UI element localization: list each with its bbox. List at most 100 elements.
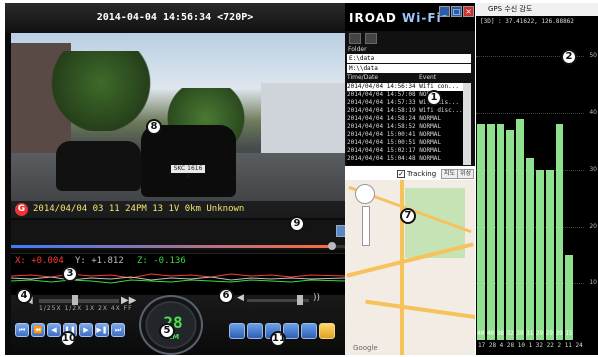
gps-signal-bar [516, 118, 525, 340]
gps-y-axis: 50 40 30 20 10 [584, 28, 598, 340]
app-title: IROAD Wi-Fi [349, 11, 442, 25]
zoom-button[interactable] [301, 323, 317, 339]
speed-slider[interactable] [39, 299, 119, 303]
google-logo: Google [353, 344, 378, 352]
event-row[interactable]: 2014/04/04 15:04:48 NORMAL [347, 155, 463, 163]
volume-handle[interactable] [296, 295, 303, 305]
gps-snr-label: 31 [526, 330, 534, 337]
playback-controls: ◀ ▶▶ 1/25X 1/2X 1X 2X 4X FF ⏮ ⏪ ◀ ❚❚ ▶ ▶… [11, 293, 345, 355]
map-pan-control[interactable] [355, 184, 375, 204]
map-road [400, 168, 404, 355]
maximize-button[interactable]: □ [451, 6, 462, 17]
video-building-right [261, 83, 345, 153]
event-type: NORMAL [415, 147, 441, 154]
wifi-toolbar [347, 33, 473, 45]
minimize-button[interactable]: _ [439, 6, 450, 17]
gps-y-tick: 50 [589, 52, 597, 60]
event-row[interactable]: 2014/04/04 14:58:19 Wifi disc... [347, 107, 463, 115]
gps-snr-label: 32 [506, 330, 514, 337]
speed-handle[interactable] [72, 295, 78, 305]
close-button[interactable]: × [463, 6, 474, 17]
event-row[interactable]: 2014/04/04 14:58:24 NORMAL [347, 115, 463, 123]
gps-snr-label: 29 [535, 330, 544, 337]
event-time: 2014/04/04 15:04:48 [347, 155, 416, 162]
gps-snr-label: 15 [565, 330, 573, 337]
tracking-label: Tracking [407, 170, 437, 178]
callout-8: 8 [146, 119, 162, 135]
volume-down-icon: ◀ [237, 293, 244, 303]
event-time: 2014/04/04 14:58:19 [347, 107, 416, 114]
wifi-connect-icon[interactable] [349, 33, 361, 44]
event-type: NORMAL [415, 131, 441, 138]
gps-coordinates: [3D] : 37.41622, 126.88862 [480, 18, 574, 25]
callout-5: 5 [159, 323, 175, 339]
folder-label: Folder [348, 46, 367, 53]
video-car-front [141, 125, 236, 197]
event-type: NORMAL [415, 123, 441, 130]
open-folder-button[interactable] [319, 323, 335, 339]
callout-9: 9 [289, 216, 305, 232]
gps-title: GPS 수신 감도 [488, 5, 533, 13]
event-row[interactable]: 2014/04/04 15:00:41 NORMAL [347, 131, 463, 139]
col-event: Event [419, 74, 437, 81]
col-time: Time/Date [347, 74, 379, 81]
wifi-panel: IROAD Wi-Fi _ □ × Folder E:\data M:\\dat… [345, 3, 475, 166]
callout-3: 3 [62, 266, 78, 282]
capture-button[interactable] [229, 323, 245, 339]
event-row[interactable]: 2014/04/04 15:00:51 NORMAL [347, 139, 463, 147]
gps-snr-label: 39 [555, 330, 563, 337]
event-list: 2014/04/04 14:56:34 Wifi con... 2014/04/0… [347, 83, 463, 165]
gps-signal-bar [506, 130, 515, 340]
event-row[interactable]: 2014/04/04 14:58:52 NORMAL [347, 123, 463, 131]
event-time: 2014/04/04 14:58:52 [347, 123, 416, 130]
seek-handle[interactable] [327, 242, 336, 250]
player-title: 2014-04-04 14:56:34 <720P> [5, 3, 345, 33]
gps-signal-chart: 40 40 38 32 39 31 29 29 39 15 [476, 28, 584, 340]
event-row[interactable]: 2014/04/04 14:57:33 Wifi dis... [347, 99, 463, 107]
video-info-text: 2014/04/04 03 11 24PM 13 1V 0km Unknown [33, 204, 245, 214]
video-view[interactable]: SKC 1616 X G 2014/04/04 03 11 24PM 13 1V… [11, 33, 345, 218]
gps-signal-bar [545, 169, 554, 340]
app-title-wifi: Wi-Fi [402, 11, 442, 25]
callout-4: 4 [16, 288, 32, 304]
map-zoom-control[interactable] [362, 206, 370, 246]
callout-11: 11 [270, 331, 286, 347]
event-row[interactable]: 2014/04/04 14:56:34 Wifi con... [347, 83, 463, 91]
step-back-button[interactable]: ◀ [47, 323, 61, 337]
next-file-button[interactable]: ⏭ [111, 323, 125, 337]
folder-path-1[interactable]: E:\data [347, 54, 471, 63]
map-toolbar: ✓ Tracking 지도 위성 [345, 168, 475, 180]
wifi-header: IROAD Wi-Fi _ □ × [345, 3, 475, 31]
gps-snr-label: 40 [477, 330, 485, 337]
gps-satellite-ids: 17 28 4 28 10 1 32 22 2 11 24 [478, 342, 583, 349]
wifi-tool-icon[interactable] [365, 33, 377, 44]
event-row[interactable]: 2014/04/04 15:02:17 NORMAL [347, 147, 463, 155]
map-road [365, 299, 475, 321]
gps-snr-label: 29 [545, 330, 553, 337]
rewind-button[interactable]: ⏪ [31, 323, 45, 337]
map-type-button[interactable]: 지도 [441, 169, 459, 179]
app-title-brand: IROAD [349, 11, 397, 25]
tracking-checkbox[interactable]: ✓ [397, 170, 405, 178]
gps-signal-bar [526, 158, 534, 340]
event-type: NORMAL [415, 155, 441, 162]
event-time: 2014/04/04 14:56:34 [347, 83, 416, 90]
event-list-scrollbar[interactable] [463, 83, 471, 165]
callout-7: 7 [400, 208, 416, 224]
app-root: 2014-04-04 14:56:34 <720P> SKC 1616 X G … [0, 0, 598, 357]
step-forward-button[interactable]: ▶❚ [95, 323, 109, 337]
gps-snr-label: 38 [496, 330, 504, 337]
rotate-button[interactable] [247, 323, 263, 339]
gps-gridline [476, 113, 584, 115]
video-car-left [56, 141, 141, 191]
event-type: NORMAL [415, 115, 441, 122]
event-time: 2014/04/04 15:02:17 [347, 147, 416, 154]
gps-y-tick: 40 [589, 109, 597, 117]
gps-y-tick: 10 [589, 279, 597, 287]
satellite-type-button[interactable]: 위성 [457, 169, 475, 179]
folder-path-2[interactable]: M:\\data [347, 64, 471, 73]
map-view[interactable]: ✓ Tracking 지도 위성 Google [345, 168, 475, 355]
previous-file-button[interactable]: ⏮ [15, 323, 29, 337]
play-button[interactable]: ▶ [79, 323, 93, 337]
event-row[interactable]: 2014/04/04 14:57:08 NORMAL [347, 91, 463, 99]
